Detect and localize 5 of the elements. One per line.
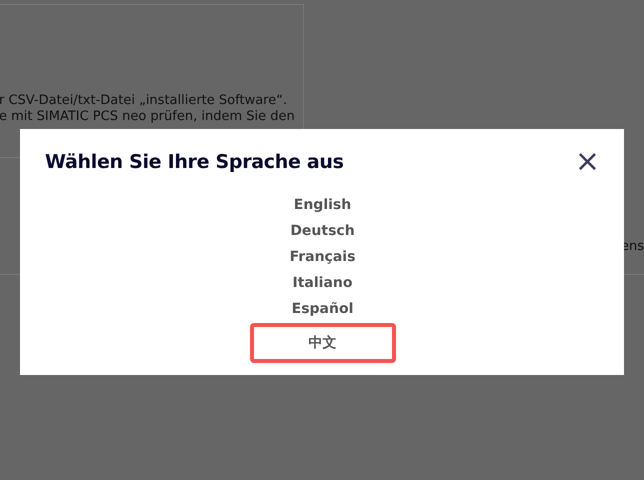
close-button[interactable]: ×: [574, 149, 600, 175]
body-text: r CSV-Datei/txt-Datei „installierte Software“.: [0, 93, 288, 109]
language-option[interactable]: 中文: [250, 323, 396, 363]
dialog-title: Wählen Sie Ihre Sprache aus: [45, 151, 344, 173]
body-text: e mit SIMATIC PCS neo prüfen, indem Sie den: [0, 109, 296, 125]
